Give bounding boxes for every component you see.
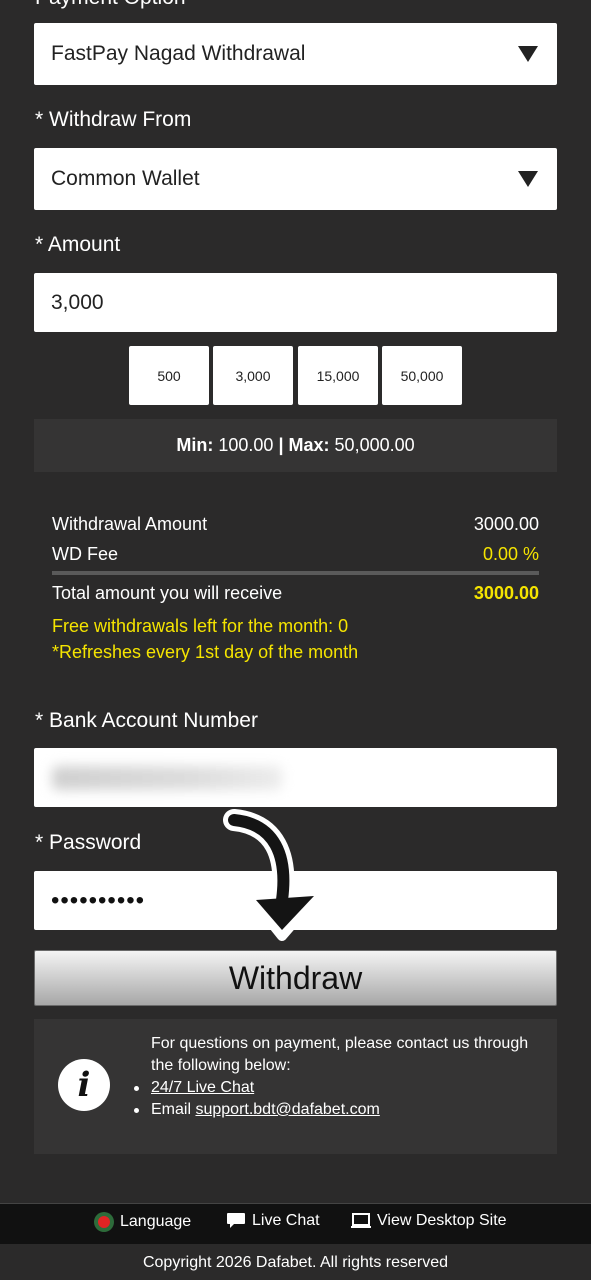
language-flag-icon (94, 1212, 114, 1232)
withdraw-button[interactable]: Withdraw (34, 950, 557, 1006)
amount-input[interactable]: 3,000 (34, 273, 557, 332)
live-chat-button[interactable]: Live Chat (226, 1212, 320, 1230)
withdraw-from-value: Common Wallet (51, 167, 200, 190)
language-button[interactable]: Language (94, 1212, 191, 1232)
summary-divider (52, 571, 539, 575)
amount-chip-15000[interactable]: 15,000 (298, 346, 378, 405)
payment-option-select[interactable]: FastPay Nagad Withdrawal (34, 23, 557, 85)
total-row: Total amount you will receive 3000.00 (52, 583, 539, 604)
withdraw-from-select[interactable]: Common Wallet (34, 148, 557, 210)
limit-separator: | (278, 435, 284, 455)
support-email-link[interactable]: support.bdt@dafabet.com (195, 1101, 379, 1118)
desktop-site-button[interactable]: View Desktop Site (351, 1212, 507, 1230)
total-label: Total amount you will receive (52, 583, 283, 603)
payment-option-label: Payment Option (35, 0, 186, 10)
dropdown-caret-icon (518, 46, 538, 62)
max-label: Max: (288, 435, 330, 455)
password-value: •••••••••• (51, 886, 146, 914)
min-label: Min: (176, 435, 214, 455)
min-value: 100.00 (218, 435, 274, 455)
max-value: 50,000.00 (334, 435, 415, 455)
bank-account-redacted (52, 766, 282, 790)
desktop-site-label: View Desktop Site (377, 1212, 507, 1229)
wd-fee-value: 0.00 % (482, 544, 539, 564)
live-chat-label: Live Chat (252, 1212, 320, 1229)
amount-chip-50000[interactable]: 50,000 (382, 346, 462, 405)
wd-fee-row: WD Fee 0.00 % (52, 544, 539, 565)
info-description: For questions on payment, please contact… (151, 1035, 529, 1074)
amount-limits: Min: 100.00 | Max: 50,000.00 (34, 419, 557, 472)
chat-bubble-icon (227, 1213, 245, 1228)
amount-label: * Amount (35, 233, 121, 256)
withdraw-from-label: * Withdraw From (35, 108, 192, 131)
amount-value: 3,000 (51, 290, 104, 314)
amount-chip-500[interactable]: 500 (129, 346, 209, 405)
refresh-note: *Refreshes every 1st day of the month (52, 642, 359, 662)
live-chat-link[interactable]: 24/7 Live Chat (151, 1079, 254, 1096)
password-label: * Password (35, 831, 142, 854)
email-prefix: Email (151, 1101, 192, 1118)
dropdown-caret-icon (518, 171, 538, 187)
withdrawal-amount-value: 3000.00 (473, 514, 539, 534)
monitor-icon (351, 1213, 371, 1228)
info-icon: i (58, 1059, 110, 1111)
payment-option-value: FastPay Nagad Withdrawal (51, 42, 306, 65)
copyright: Copyright 2026 Dafabet. All rights reser… (142, 1254, 449, 1271)
withdrawal-amount-row: Withdrawal Amount 3000.00 (52, 514, 539, 535)
free-withdrawals-note: Free withdrawals left for the month: 0 (52, 616, 349, 636)
bank-account-label: * Bank Account Number (35, 709, 258, 732)
withdrawal-amount-label: Withdrawal Amount (52, 514, 208, 534)
arrow-pointer-icon (223, 809, 325, 941)
payment-info-text: For questions on payment, please contact… (134, 1033, 551, 1121)
amount-chip-3000[interactable]: 3,000 (213, 346, 293, 405)
wd-fee-label: WD Fee (52, 544, 119, 564)
total-value: 3000.00 (473, 583, 539, 603)
language-label: Language (120, 1213, 192, 1230)
